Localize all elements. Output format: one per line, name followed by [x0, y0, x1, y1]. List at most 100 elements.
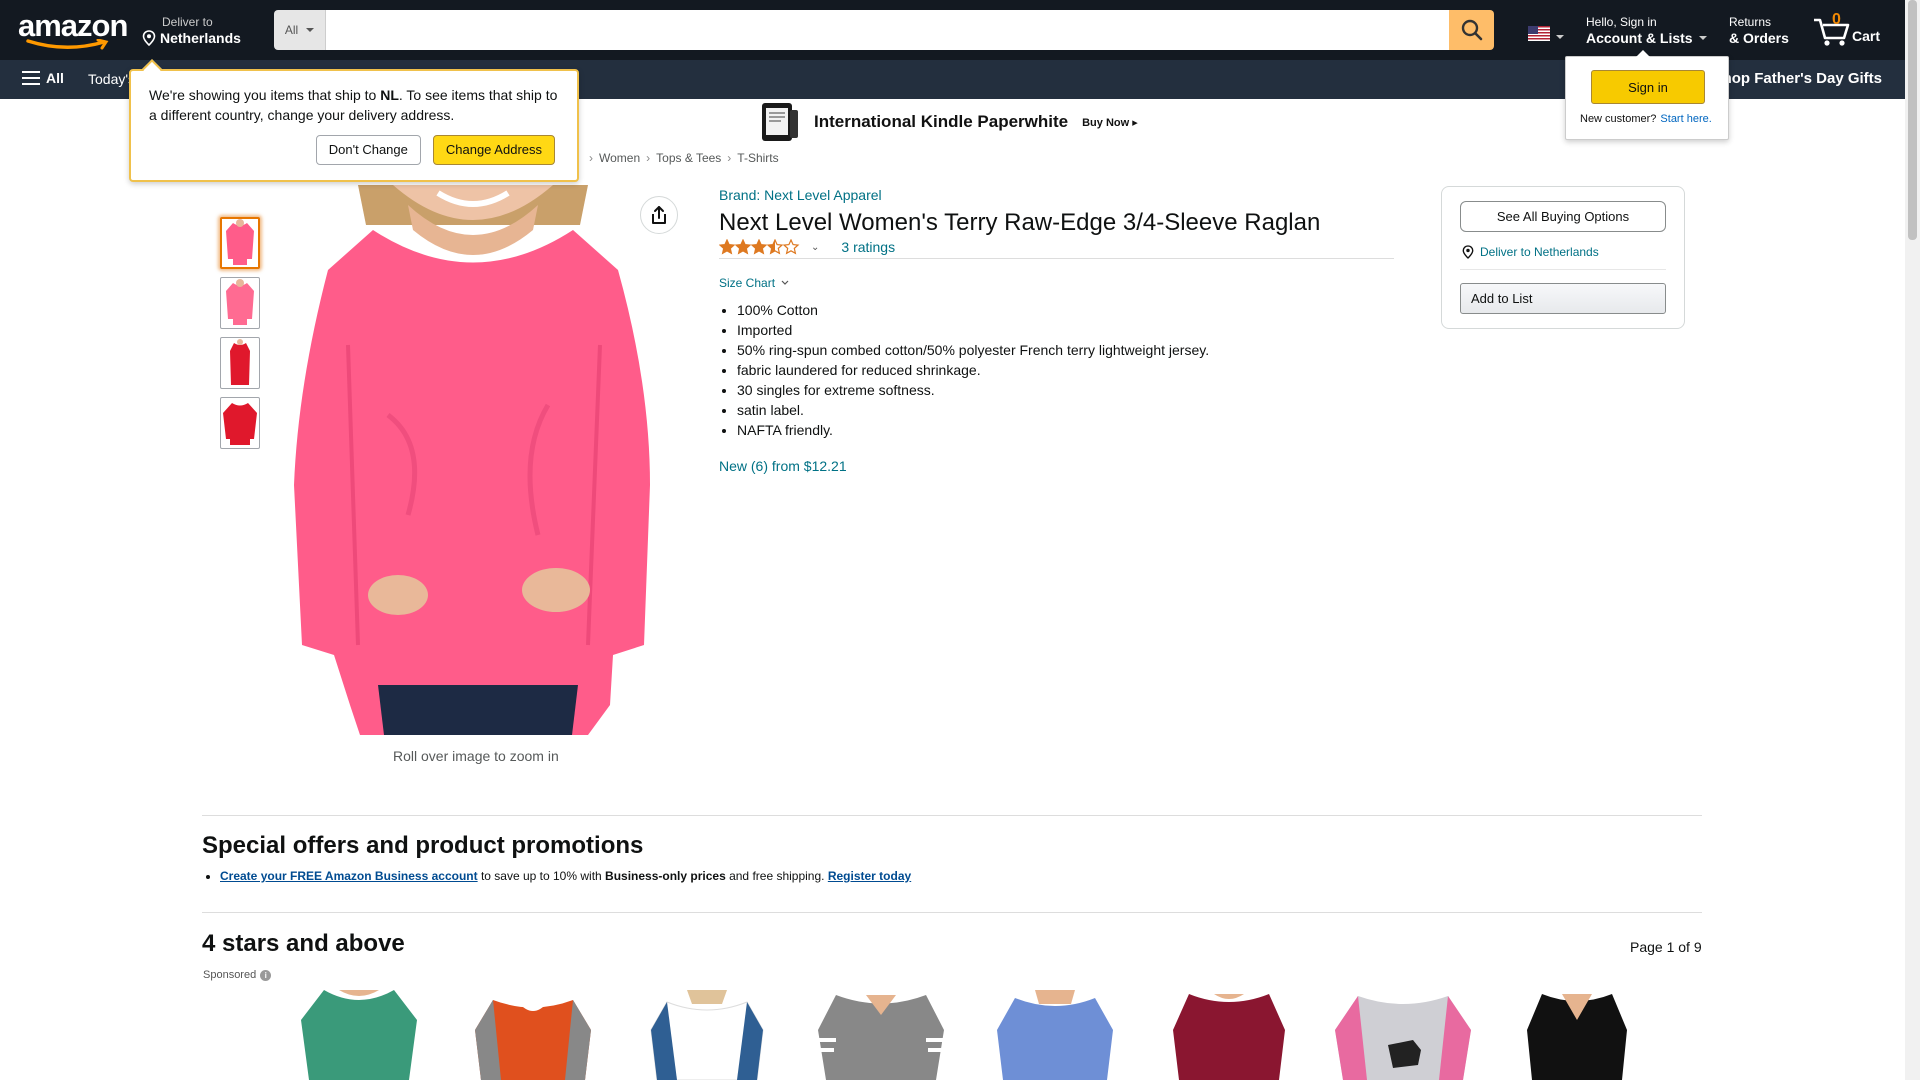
feature-bullet: fabric laundered for reduced shrinkage. [737, 360, 1209, 380]
add-to-list-button[interactable]: Add to List [1460, 283, 1666, 314]
thumbnail-4[interactable] [220, 397, 260, 449]
carousel-page-indicator: Page 1 of 9 [1630, 939, 1702, 955]
thumbnail-3[interactable] [220, 337, 260, 389]
account-greeting: Hello, Sign in [1586, 15, 1657, 29]
chevron-down-icon[interactable]: ⌄ [811, 242, 819, 253]
red-shirt-thumbnail [223, 403, 257, 445]
dont-change-button[interactable]: Don't Change [315, 135, 421, 165]
see-all-buying-options-button[interactable]: See All Buying Options [1460, 201, 1666, 232]
orange-raglan-shirt-image [475, 1000, 591, 1080]
rating-row: ⌄ 3 ratings [719, 239, 895, 255]
search-button[interactable] [1449, 10, 1494, 50]
nav-fathers-day-gifts[interactable]: Shop Father's Day Gifts [1713, 70, 1882, 87]
divider [202, 815, 1702, 816]
image-thumbnails [220, 217, 260, 449]
deliver-to-location[interactable]: Deliver to Netherlands [142, 15, 241, 47]
breadcrumb-women[interactable]: Women [599, 151, 640, 165]
size-chart-label: Size Chart [719, 276, 776, 290]
carousel-product[interactable] [968, 990, 1142, 1080]
zoom-hint: Roll over image to zoom in [393, 748, 559, 764]
deliver-to-label: Deliver to Netherlands [1480, 245, 1599, 259]
returns-orders-link[interactable]: Returns & Orders [1729, 15, 1789, 47]
sponsored-label: Sponsored i [203, 969, 272, 981]
kindle-device-image [762, 103, 798, 141]
carousel-product[interactable] [1316, 990, 1490, 1080]
thumbnail-1[interactable] [220, 217, 260, 269]
chevron-down-icon [306, 28, 315, 32]
gray-striped-shirt-image [818, 995, 944, 1080]
cart-link[interactable]: 0 Cart [1812, 10, 1884, 50]
nav-todays-deals[interactable]: Today's [88, 71, 135, 87]
search-input[interactable] [326, 10, 1449, 50]
offers-heading: Special offers and product promotions [202, 832, 644, 859]
all-menu-button[interactable]: All [22, 70, 64, 86]
feature-bullet: satin label. [737, 400, 1209, 420]
carousel-product[interactable] [620, 990, 794, 1080]
thumbnail-2[interactable] [220, 277, 260, 329]
green-shirt-image [301, 990, 417, 1080]
buy-box: See All Buying Options Deliver to Nether… [1441, 186, 1685, 329]
account-lists-menu[interactable]: Hello, Sign in Account & Lists [1586, 15, 1707, 47]
star-3 [750, 239, 768, 255]
amazon-logo[interactable]: amazon [18, 8, 128, 50]
breadcrumb-tshirts[interactable]: T-Shirts [737, 151, 778, 165]
new-offers-link[interactable]: New (6) from $12.21 [719, 458, 847, 474]
kindle-banner[interactable]: International Kindle Paperwhite Buy Now … [760, 102, 1138, 142]
divider [202, 912, 1702, 913]
red-shirt-thumbnail [230, 339, 250, 385]
info-icon[interactable]: i [260, 969, 272, 981]
black-vneck-shirt-image [1527, 994, 1627, 1080]
carousel-product[interactable] [794, 990, 968, 1080]
offer-bold-text: Business-only prices [605, 869, 726, 883]
logo-text: amazon [18, 8, 128, 43]
size-chart-dropdown[interactable]: Size Chart [719, 276, 789, 290]
divider [1460, 269, 1666, 270]
create-business-account-link[interactable]: Create your FREE Amazon Business account [220, 869, 478, 883]
feature-bullet: NAFTA friendly. [737, 420, 1209, 440]
star-rating-icon[interactable] [719, 239, 801, 255]
offer-text: and free shipping. [725, 869, 828, 883]
sponsored-carousel [272, 990, 1672, 1080]
similar-items-heading: 4 stars and above [202, 930, 405, 957]
scrollbar-thumb[interactable] [1908, 0, 1917, 240]
search-category-dropdown[interactable]: All [274, 10, 326, 50]
breadcrumb-tops-tees[interactable]: Tops & Tees [656, 151, 721, 165]
start-here-link[interactable]: Start here. [1660, 113, 1711, 125]
sign-in-button[interactable]: Sign in [1591, 70, 1705, 104]
chevron-down-icon [1556, 34, 1564, 39]
offers-list: Create your FREE Amazon Business account… [220, 869, 911, 883]
deliver-country: Netherlands [160, 30, 241, 46]
feature-bullet: 50% ring-spun combed cotton/50% polyeste… [737, 340, 1209, 360]
carousel-product[interactable] [1142, 990, 1316, 1080]
star-2 [734, 239, 752, 255]
change-address-button[interactable]: Change Address [432, 135, 555, 165]
carousel-product[interactable] [1490, 990, 1664, 1080]
smile-arrow-icon [26, 39, 109, 50]
main-product-image[interactable] [288, 185, 660, 735]
chevron-down-icon [781, 280, 789, 285]
feature-bullets: 100% Cotton Imported 50% ring-spun combe… [737, 300, 1209, 440]
pink-raglan-shirt-image [288, 185, 660, 735]
breadcrumb-separator: › [589, 151, 593, 165]
deliver-to-link[interactable]: Deliver to Netherlands [1462, 245, 1599, 259]
delivery-location-popover: We're showing you items that ship to NL.… [129, 59, 579, 182]
flyout-arrow [1636, 50, 1650, 57]
language-selector[interactable] [1528, 26, 1564, 41]
us-flag-icon [1528, 26, 1550, 41]
carousel-product[interactable] [272, 990, 446, 1080]
breadcrumb-separator: › [646, 151, 651, 165]
brand-link[interactable]: Brand: Next Level Apparel [719, 187, 882, 203]
ratings-count-link[interactable]: 3 ratings [841, 239, 895, 255]
star-5 [782, 239, 800, 255]
location-pin-icon [142, 30, 156, 46]
share-button[interactable] [640, 196, 678, 234]
carousel-product[interactable] [446, 990, 620, 1080]
deliver-label: Deliver to [162, 15, 213, 29]
share-icon [652, 206, 666, 224]
orders-label: & Orders [1729, 30, 1789, 46]
register-today-link[interactable]: Register today [828, 869, 911, 883]
kindle-buy-now[interactable]: Buy Now ▸ [1082, 116, 1138, 129]
burgundy-shirt-image [1173, 994, 1285, 1080]
sign-in-flyout: Sign in New customer? Start here. [1565, 50, 1729, 140]
page-scrollbar[interactable] [1905, 0, 1920, 1080]
